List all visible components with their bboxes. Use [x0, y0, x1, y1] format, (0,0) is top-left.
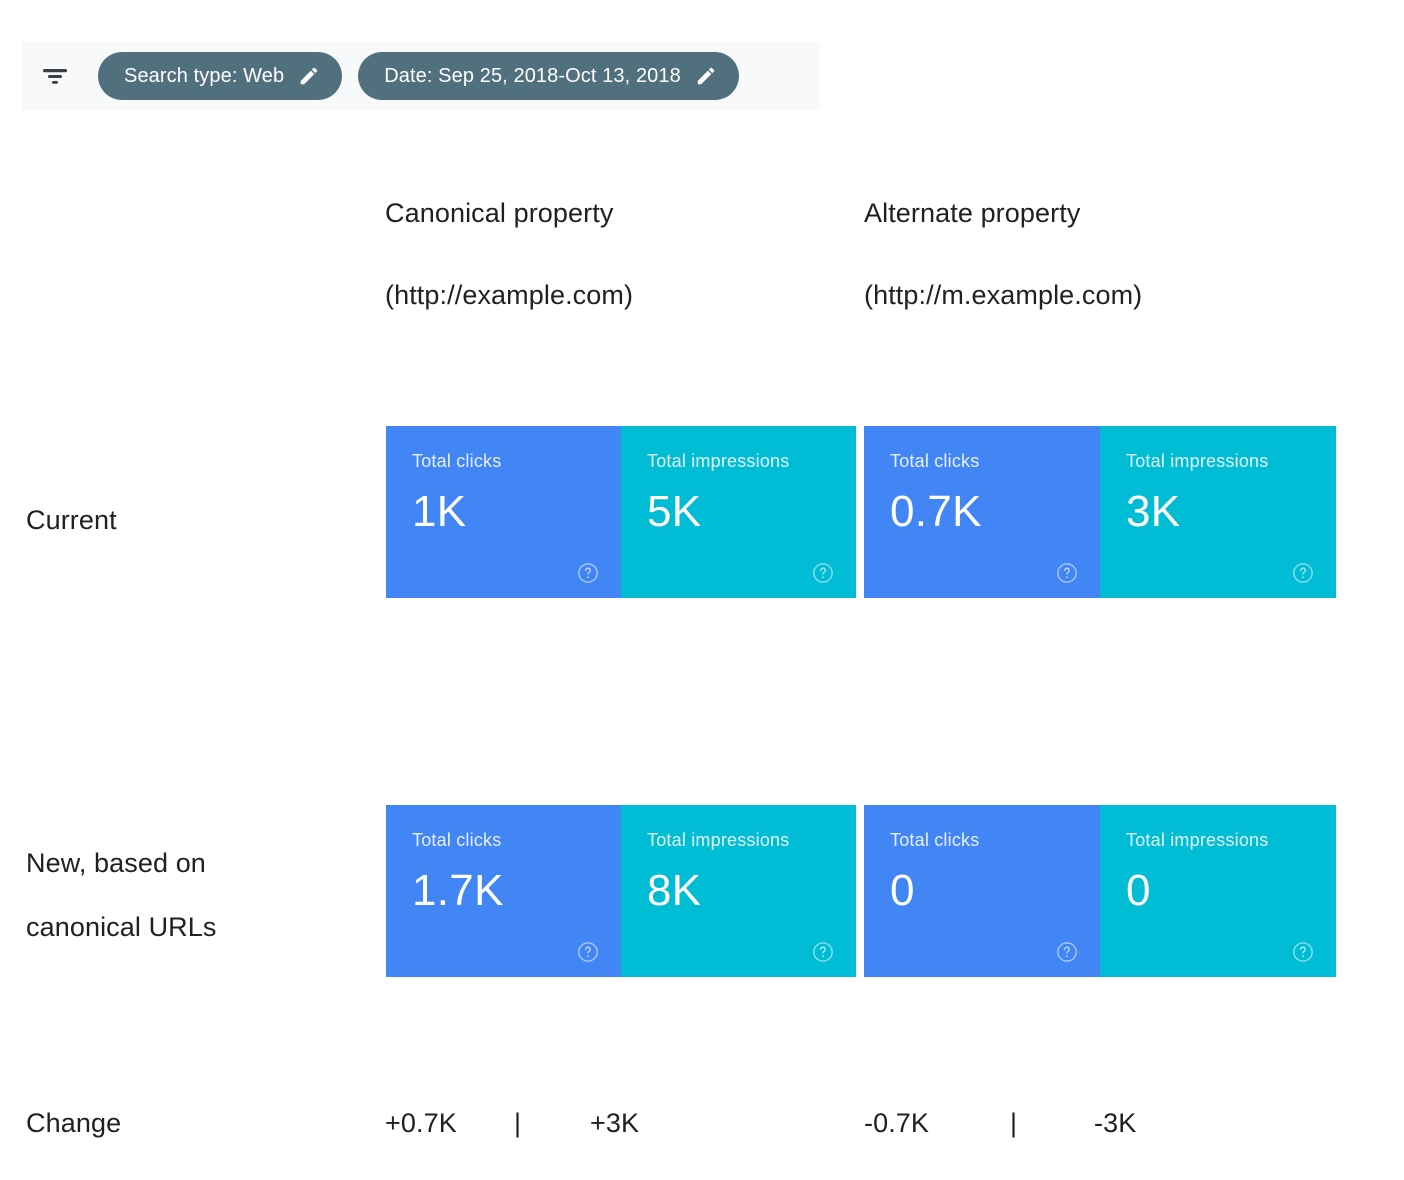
row-label-change: Change: [26, 1108, 122, 1138]
pencil-icon[interactable]: [695, 65, 717, 87]
column-header-alternate-url: (http://m.example.com): [864, 279, 1143, 310]
metric-card-total-impressions[interactable]: Total impressions 3K: [1100, 426, 1336, 598]
card-group-alternate-new: Total clicks 0 Total impressions 0: [864, 805, 1336, 977]
filter-toolbar: Search type: Web Date: Sep 25, 2018-Oct …: [22, 42, 820, 110]
help-circle-icon[interactable]: [812, 562, 834, 584]
chip-date-range[interactable]: Date: Sep 25, 2018-Oct 13, 2018: [358, 52, 739, 100]
metric-card-title: Total clicks: [890, 830, 980, 850]
column-header-alternate: Alternate property (http://m.example.com…: [864, 193, 1142, 317]
chip-search-type-label: Search type: Web: [124, 65, 285, 87]
change-canonical-separator: |: [514, 1108, 522, 1138]
column-header-canonical-url: (http://example.com): [385, 279, 634, 310]
help-circle-icon[interactable]: [1292, 941, 1314, 963]
help-circle-icon[interactable]: [1056, 941, 1078, 963]
chip-date-range-label: Date: Sep 25, 2018-Oct 13, 2018: [384, 65, 681, 87]
help-circle-icon[interactable]: [577, 941, 599, 963]
metric-card-value: 0: [1126, 866, 1151, 915]
metric-card-total-clicks[interactable]: Total clicks 0.7K: [864, 426, 1100, 598]
change-alternate-impressions: -3K: [1094, 1108, 1137, 1138]
help-circle-icon[interactable]: [1056, 562, 1078, 584]
metric-card-title: Total impressions: [1126, 830, 1269, 850]
column-header-canonical: Canonical property (http://example.com): [385, 193, 633, 317]
metric-card-value: 8K: [647, 866, 702, 915]
change-canonical-clicks: +0.7K: [385, 1108, 457, 1138]
metric-card-total-impressions[interactable]: Total impressions 8K: [621, 805, 856, 977]
chip-search-type[interactable]: Search type: Web: [98, 52, 343, 100]
filter-list-icon: [40, 64, 70, 88]
column-header-alternate-title: Alternate property: [864, 198, 1081, 228]
metric-card-total-clicks[interactable]: Total clicks 1.7K: [386, 805, 621, 977]
metric-card-title: Total clicks: [412, 451, 502, 471]
metric-card-title: Total clicks: [890, 451, 980, 471]
metric-card-value: 0.7K: [890, 487, 982, 536]
card-group-canonical-new: Total clicks 1.7K Total impressions 8K: [386, 805, 856, 977]
metric-card-title: Total impressions: [647, 451, 790, 471]
change-alternate-clicks: -0.7K: [864, 1108, 930, 1138]
row-label-new-line1: New, based on: [26, 848, 206, 878]
pencil-icon[interactable]: [298, 65, 320, 87]
metric-card-value: 1.7K: [412, 866, 504, 915]
metric-card-total-clicks[interactable]: Total clicks 1K: [386, 426, 621, 598]
metric-card-title: Total impressions: [647, 830, 790, 850]
card-group-alternate-current: Total clicks 0.7K Total impressions 3K: [864, 426, 1336, 598]
metric-card-value: 3K: [1126, 487, 1181, 536]
row-label-new-canonical: New, based on canonical URLs: [26, 843, 217, 949]
help-circle-icon[interactable]: [1292, 562, 1314, 584]
row-label-current: Current: [26, 505, 117, 535]
column-header-canonical-title: Canonical property: [385, 198, 614, 228]
metric-card-total-impressions[interactable]: Total impressions 0: [1100, 805, 1336, 977]
metric-card-value: 5K: [647, 487, 702, 536]
filter-list-button[interactable]: [28, 49, 82, 103]
help-circle-icon[interactable]: [577, 562, 599, 584]
card-group-canonical-current: Total clicks 1K Total impressions 5K: [386, 426, 856, 598]
help-circle-icon[interactable]: [812, 941, 834, 963]
row-label-new-line2: canonical URLs: [26, 911, 217, 942]
metric-card-total-clicks[interactable]: Total clicks 0: [864, 805, 1100, 977]
change-alternate-separator: |: [1010, 1108, 1018, 1138]
change-canonical-impressions: +3K: [590, 1108, 640, 1138]
metric-card-title: Total clicks: [412, 830, 502, 850]
metric-card-value: 0: [890, 866, 915, 915]
metric-card-title: Total impressions: [1126, 451, 1269, 471]
metric-card-value: 1K: [412, 487, 467, 536]
metric-card-total-impressions[interactable]: Total impressions 5K: [621, 426, 856, 598]
